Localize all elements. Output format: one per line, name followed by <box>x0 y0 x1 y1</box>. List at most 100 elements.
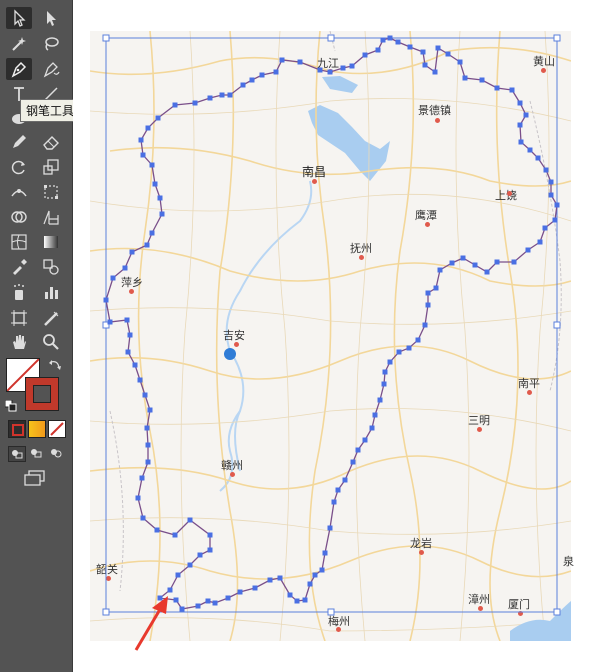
anchor-point[interactable] <box>387 35 393 41</box>
anchor-point[interactable] <box>147 407 153 413</box>
anchor-point[interactable] <box>287 592 293 598</box>
anchor-point[interactable] <box>145 459 151 465</box>
anchor-point[interactable] <box>145 125 151 131</box>
anchor-point[interactable] <box>152 181 158 187</box>
anchor-point[interactable] <box>144 425 150 431</box>
anchor-point[interactable] <box>187 517 193 523</box>
anchor-point[interactable] <box>144 242 150 248</box>
anchor-point[interactable] <box>197 552 203 558</box>
anchor-point[interactable] <box>537 239 543 245</box>
anchor-point[interactable] <box>445 51 451 57</box>
anchor-point[interactable] <box>140 152 146 158</box>
anchor-point[interactable] <box>319 567 325 573</box>
anchor-point[interactable] <box>173 597 179 603</box>
anchor-point[interactable] <box>179 606 185 612</box>
anchor-point[interactable] <box>422 322 428 328</box>
anchor-point[interactable] <box>484 269 490 275</box>
anchor-point[interactable] <box>494 85 500 91</box>
anchor-point[interactable] <box>137 377 143 383</box>
anchor-point[interactable] <box>307 581 313 587</box>
anchor-point[interactable] <box>132 362 138 368</box>
anchor-point[interactable] <box>425 302 431 308</box>
anchor-point[interactable] <box>312 572 318 578</box>
anchor-point[interactable] <box>240 82 246 88</box>
anchor-point[interactable] <box>395 39 401 45</box>
anchor-point[interactable] <box>420 49 426 55</box>
anchor-point[interactable] <box>327 69 333 75</box>
anchor-point[interactable] <box>472 262 478 268</box>
anchor-point[interactable] <box>369 425 375 431</box>
anchor-point[interactable] <box>302 597 308 603</box>
anchor-point[interactable] <box>172 532 178 538</box>
anchor-point[interactable] <box>406 345 412 351</box>
anchor-point[interactable] <box>207 95 213 101</box>
anchor-point[interactable] <box>219 92 225 98</box>
anchor-point[interactable] <box>157 195 163 201</box>
anchor-point[interactable] <box>340 65 346 71</box>
anchor-point[interactable] <box>172 102 178 108</box>
anchor-point[interactable] <box>139 475 145 481</box>
anchor-point[interactable] <box>225 595 231 601</box>
anchor-point[interactable] <box>187 562 193 568</box>
anchor-point[interactable] <box>103 297 109 303</box>
anchor-point[interactable] <box>509 87 515 93</box>
anchor-point[interactable] <box>433 285 439 291</box>
anchor-point[interactable] <box>154 527 160 533</box>
anchor-point[interactable] <box>387 359 393 365</box>
anchor-point[interactable] <box>542 225 548 231</box>
anchor-point[interactable] <box>517 122 523 128</box>
anchor-point[interactable] <box>432 69 438 75</box>
anchor-point[interactable] <box>425 290 431 296</box>
anchor-point[interactable] <box>125 349 131 355</box>
anchor-point[interactable] <box>327 525 333 531</box>
anchor-point[interactable] <box>205 598 211 604</box>
anchor-point[interactable] <box>349 63 355 69</box>
anchor-point[interactable] <box>462 75 468 81</box>
anchor-point[interactable] <box>382 369 388 375</box>
pen-path-overlay[interactable] <box>0 0 598 672</box>
anchor-point[interactable] <box>362 437 368 443</box>
anchor-point[interactable] <box>155 115 161 121</box>
anchor-point[interactable] <box>342 477 348 483</box>
anchor-point[interactable] <box>107 319 113 325</box>
anchor-point[interactable] <box>135 495 141 501</box>
anchor-point[interactable] <box>279 57 285 63</box>
anchor-point[interactable] <box>396 349 402 355</box>
anchor-point[interactable] <box>207 547 213 553</box>
anchor-point[interactable] <box>494 259 500 265</box>
anchor-point[interactable] <box>237 589 243 595</box>
anchor-point[interactable] <box>543 167 549 173</box>
anchor-point[interactable] <box>377 397 383 403</box>
anchor-point[interactable] <box>362 52 368 58</box>
anchor-point[interactable] <box>267 577 273 583</box>
anchor-point[interactable] <box>259 72 265 78</box>
anchor-point[interactable] <box>192 100 198 106</box>
traced-province-path[interactable] <box>105 37 558 610</box>
anchor-point[interactable] <box>149 162 155 168</box>
anchor-point[interactable] <box>548 179 554 185</box>
anchor-point[interactable] <box>380 37 386 43</box>
anchor-point[interactable] <box>297 59 303 65</box>
anchor-point[interactable] <box>527 147 533 153</box>
anchor-point[interactable] <box>142 392 148 398</box>
anchor-point[interactable] <box>449 260 455 266</box>
anchor-point[interactable] <box>294 598 300 604</box>
anchor-point[interactable] <box>460 255 466 261</box>
anchor-point[interactable] <box>372 412 378 418</box>
path-anchor-points[interactable] <box>103 35 560 612</box>
anchor-point[interactable] <box>457 59 463 65</box>
anchor-point[interactable] <box>110 275 116 281</box>
anchor-point[interactable] <box>273 69 279 75</box>
anchor-point[interactable] <box>149 230 155 236</box>
anchor-point[interactable] <box>317 67 323 73</box>
anchor-point[interactable] <box>127 332 133 338</box>
anchor-point[interactable] <box>525 247 531 253</box>
anchor-point[interactable] <box>167 587 173 593</box>
anchor-point[interactable] <box>479 77 485 83</box>
anchor-point[interactable] <box>407 44 413 50</box>
anchor-point[interactable] <box>252 585 258 591</box>
anchor-point[interactable] <box>195 603 201 609</box>
anchor-point[interactable] <box>129 249 135 255</box>
anchor-point[interactable] <box>227 92 233 98</box>
anchor-point[interactable] <box>552 217 558 223</box>
